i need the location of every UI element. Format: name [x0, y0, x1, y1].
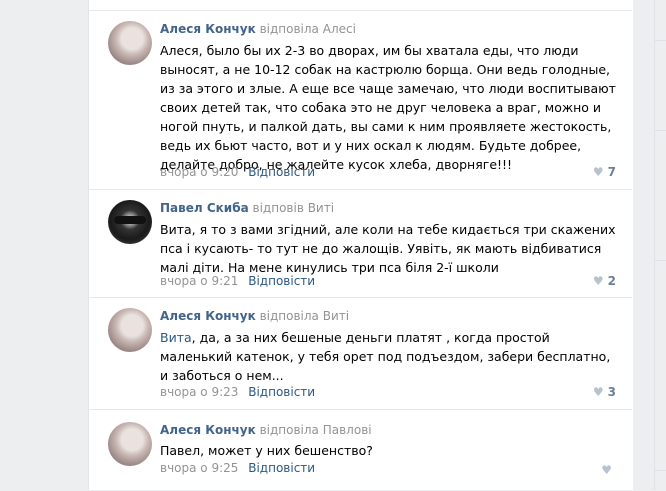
timestamp[interactable]: вчора о 9:21 [160, 274, 238, 288]
like-count: 3 [607, 385, 616, 399]
avatar[interactable] [108, 200, 152, 244]
avatar[interactable] [108, 21, 152, 65]
reply-button[interactable]: Відповісти [248, 274, 315, 288]
comment-meta: вчора о 9:20 Відповісти [160, 164, 315, 180]
comment-meta: вчора о 9:21 Відповісти [160, 273, 315, 289]
comment-text: Вита, да, а за них бешеные деньги платят… [160, 328, 620, 385]
heart-icon: ♥ [592, 385, 604, 399]
timestamp[interactable]: вчора о 9:20 [160, 165, 238, 179]
comment-text: Алеся, было бы их 2-3 во дворах, им бы х… [160, 43, 616, 172]
comment-text: Вита, я то з вами згідний, але коли на т… [160, 222, 616, 275]
comment-item: Алеся Кончук відповіла Виті Вита, да, а … [88, 297, 632, 409]
like-count: 7 [607, 165, 616, 179]
like-button[interactable]: ♥ [601, 462, 616, 478]
comment-item: Павел Скиба відповів Виті Вита, я то з в… [88, 189, 632, 297]
comment-meta: вчора о 9:23 Відповісти [160, 384, 315, 400]
reply-button[interactable]: Відповісти [248, 385, 315, 399]
timestamp[interactable]: вчора о 9:23 [160, 385, 238, 399]
reply-to-link[interactable]: відповів Виті [253, 201, 335, 215]
avatar[interactable] [108, 308, 152, 352]
comment-text-rest: , да, а за них бешеные деньги платят , к… [160, 330, 611, 383]
like-button[interactable]: ♥ 7 [593, 164, 616, 180]
right-scroll-area [633, 0, 666, 490]
comment-header: Алеся Кончук відповіла Виті [160, 308, 349, 324]
reply-button[interactable]: Відповісти [248, 461, 315, 475]
author-link[interactable]: Алеся Кончук [160, 309, 256, 323]
comment-meta: вчора о 9:25 Відповісти [160, 460, 315, 476]
comment-header: Павел Скиба відповів Виті [160, 200, 334, 216]
reply-to-link[interactable]: відповіла Алесі [260, 22, 356, 36]
avatar[interactable] [108, 422, 152, 466]
comment-item: Алеся Кончук відповіла Алесі Алеся, было… [88, 10, 632, 189]
author-link[interactable]: Павел Скиба [160, 201, 249, 215]
reply-button[interactable]: Відповісти [248, 165, 315, 179]
comment-header: Алеся Кончук відповіла Алесі [160, 21, 356, 37]
comment-text: Павел, может у них бешенство? [160, 443, 373, 458]
mention-link[interactable]: Вита [160, 330, 192, 345]
comment-item: Алеся Кончук відповіла Павлові Павел, мо… [88, 409, 632, 491]
heart-icon: ♥ [592, 165, 604, 179]
like-button[interactable]: ♥ 2 [593, 273, 616, 289]
heart-icon: ♥ [601, 463, 612, 477]
comment-header: Алеся Кончук відповіла Павлові [160, 422, 372, 438]
timestamp[interactable]: вчора о 9:25 [160, 461, 238, 475]
like-button[interactable]: ♥ 3 [593, 384, 616, 400]
heart-icon: ♥ [592, 274, 604, 288]
reply-to-link[interactable]: відповіла Павлові [260, 423, 372, 437]
like-count: 2 [607, 274, 616, 288]
author-link[interactable]: Алеся Кончук [160, 423, 256, 437]
author-link[interactable]: Алеся Кончук [160, 22, 256, 36]
reply-to-link[interactable]: відповіла Виті [260, 309, 350, 323]
